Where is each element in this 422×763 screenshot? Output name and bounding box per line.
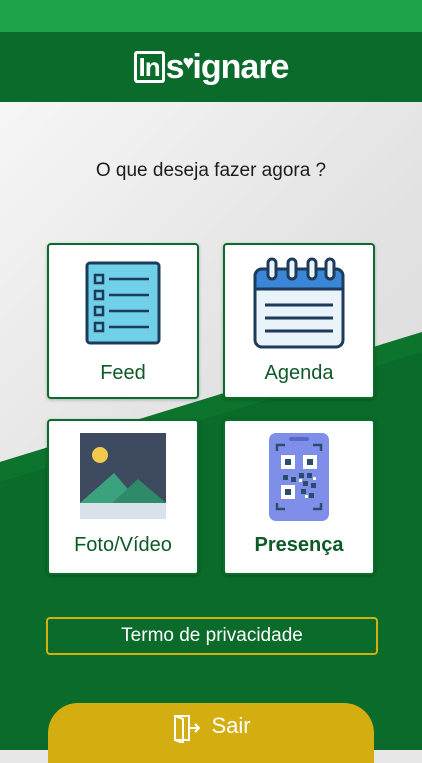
feed-card[interactable]: Feed: [47, 243, 199, 399]
page-question: O que deseja fazer agora ?: [95, 160, 327, 181]
logo-s: s: [165, 47, 185, 86]
logo-heart: ♥: [182, 51, 195, 74]
exit-door-icon: [171, 713, 201, 763]
status-bar: [0, 0, 422, 32]
photo-video-card[interactable]: Foto/Vídeo: [47, 419, 199, 575]
privacy-terms-button[interactable]: Termo de privacidade: [46, 617, 378, 655]
agenda-label: Agenda: [264, 362, 334, 384]
app-logo: In s ♥ ignare: [133, 47, 289, 87]
privacy-terms-label: Termo de privacidade: [121, 625, 303, 646]
logo-rest: ignare: [192, 47, 289, 86]
app-header: In s ♥ ignare: [0, 32, 422, 102]
logo-in: In: [133, 51, 165, 83]
exit-label: Sair: [211, 713, 251, 738]
agenda-card[interactable]: Agenda: [223, 243, 375, 399]
exit-button[interactable]: Sair: [48, 703, 374, 763]
qr-code-phone-icon: [225, 431, 373, 523]
photo-video-label: Foto/Vídeo: [74, 534, 172, 556]
presence-label: Presença: [254, 534, 344, 556]
list-document-icon: [49, 255, 197, 347]
presence-card[interactable]: Presença: [223, 419, 375, 575]
calendar-icon: [225, 255, 373, 351]
image-gallery-icon: [49, 431, 197, 523]
feed-label: Feed: [100, 362, 146, 384]
